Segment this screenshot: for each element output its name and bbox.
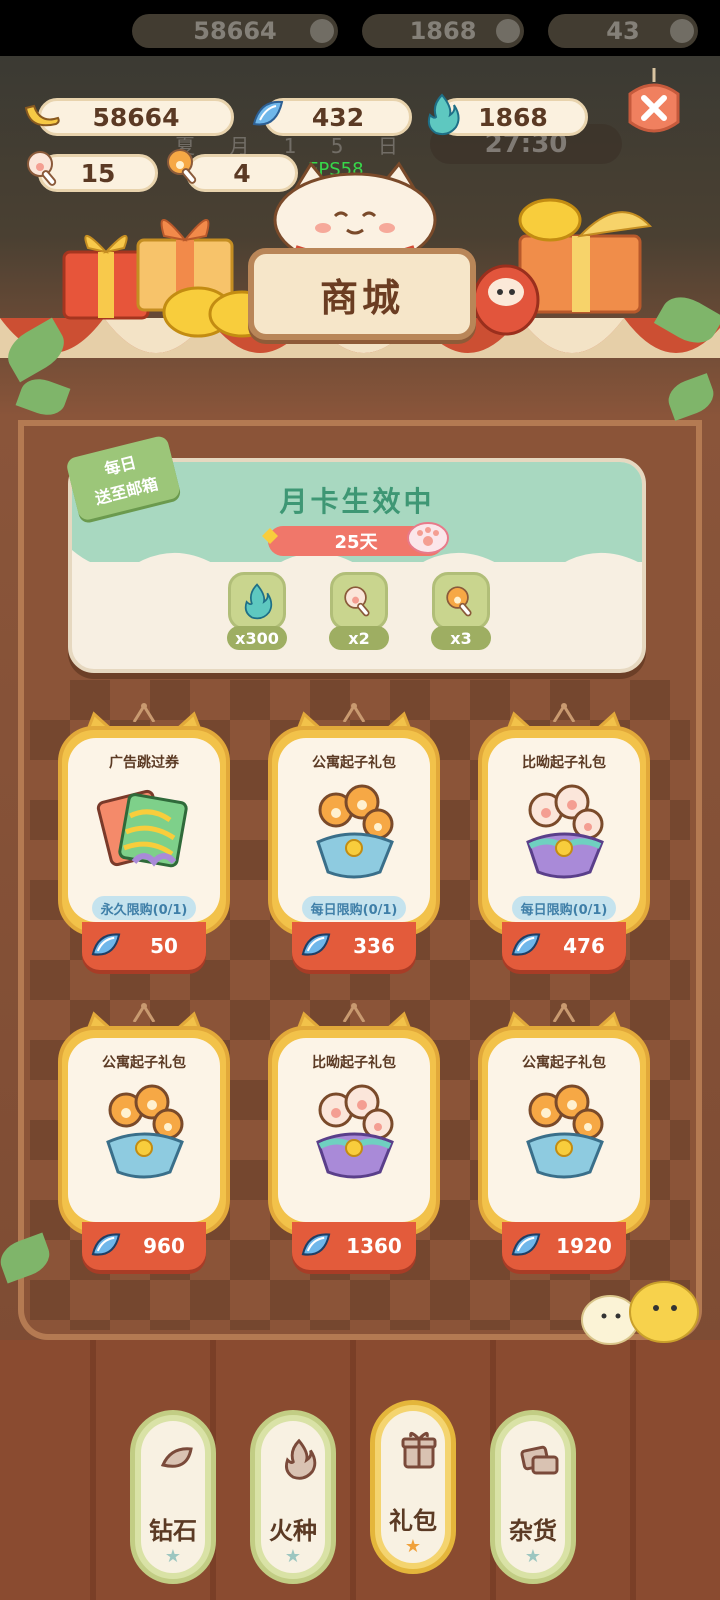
tab-label: 钻石 xyxy=(149,1517,197,1545)
tab-diamond[interactable]: 钻石 ★ xyxy=(130,1410,216,1584)
reward-qty: x3 xyxy=(431,626,491,650)
price-value: 960 xyxy=(143,1234,185,1258)
product-card[interactable]: 比呦起子礼包每日限购(0/1) 476 xyxy=(478,703,650,972)
bg-banana-value: 58664 xyxy=(193,17,277,45)
tab-label: 礼包 xyxy=(389,1507,437,1535)
gem-icon xyxy=(157,1437,201,1481)
price-value: 50 xyxy=(150,934,178,958)
ad-skip-ticket-icon xyxy=(90,776,198,884)
paw-b-count: 4 xyxy=(233,158,251,188)
banana-counter: 58664 xyxy=(38,98,234,136)
pink-paw-bouquet-icon xyxy=(300,1076,408,1184)
tab-gift-pack[interactable]: 礼包 ★ xyxy=(370,1400,456,1574)
goods-icon xyxy=(517,1437,561,1481)
close-button[interactable] xyxy=(620,68,688,140)
blue-gem-icon xyxy=(508,1228,544,1264)
wooden-floor xyxy=(0,1340,720,1600)
blue-gem-icon xyxy=(298,928,334,964)
purchase-limit-badge: 每日限购(0/1) xyxy=(512,896,616,920)
product-title: 公寓起子礼包 xyxy=(102,1055,186,1071)
golden-paw-bouquet-icon xyxy=(90,1076,198,1184)
reward-qty: x2 xyxy=(329,626,389,650)
bg-flame-counter: 1868 xyxy=(362,14,524,48)
reward-frame xyxy=(330,572,388,630)
price-button[interactable]: 960 xyxy=(82,1222,206,1270)
banana-count: 58664 xyxy=(92,102,180,132)
floor-plank xyxy=(630,1340,636,1600)
flame-icon xyxy=(244,583,273,620)
paw-drumstick-icon xyxy=(22,146,66,190)
tab-label: 杂货 xyxy=(509,1517,557,1545)
purchase-limit-badge: 每日限购(0/1) xyxy=(302,896,406,920)
gift-icon xyxy=(397,1427,441,1471)
golden-paw-drumstick-icon xyxy=(446,586,472,617)
paw-a-count: 15 xyxy=(80,158,116,188)
banana-icon xyxy=(20,94,64,138)
price-button[interactable]: 336 xyxy=(292,922,416,970)
price-value: 1360 xyxy=(346,1234,402,1258)
flame-icon xyxy=(420,92,464,136)
price-value: 476 xyxy=(563,934,605,958)
golden-paw-drumstick-icon xyxy=(162,144,206,188)
reward-item-flame: x300 xyxy=(222,572,292,650)
floor-plank xyxy=(90,1340,96,1600)
price-button[interactable]: 1360 xyxy=(292,1222,416,1270)
page-title: 商城 xyxy=(248,248,476,340)
tab-label: 火种 xyxy=(269,1517,317,1545)
chick-mascots xyxy=(581,1281,699,1345)
price-value: 1920 xyxy=(556,1234,612,1258)
blue-gem-icon xyxy=(298,1228,334,1264)
product-title: 比呦起子礼包 xyxy=(312,1055,396,1071)
bg-banana-counter: 58664 xyxy=(132,14,338,48)
star-icon: ★ xyxy=(404,1536,422,1557)
bg-flame-value: 1868 xyxy=(409,17,477,45)
product-card[interactable]: 广告跳过券永久限购(0/1) 50 xyxy=(58,703,230,972)
bg-gem-counter: 43 xyxy=(548,14,698,48)
reward-item-paw: x2 xyxy=(324,572,394,650)
daruma-decor xyxy=(472,264,540,336)
reward-frame xyxy=(432,572,490,630)
star-icon: ★ xyxy=(284,1546,302,1567)
reward-item-golden-paw: x3 xyxy=(426,572,496,650)
bg-gem-value: 43 xyxy=(606,17,640,45)
product-title: 公寓起子礼包 xyxy=(312,755,396,771)
price-button[interactable]: 1920 xyxy=(502,1222,626,1270)
reward-frame xyxy=(228,572,286,630)
golden-paw-bouquet-icon xyxy=(300,776,408,884)
diamond-marker-icon xyxy=(262,528,278,544)
reward-qty: x300 xyxy=(227,626,287,650)
product-card[interactable]: 比呦起子礼包 1360 xyxy=(268,1003,440,1272)
golden-paw-bouquet-icon xyxy=(510,1076,618,1184)
purchase-limit-badge: 永久限购(0/1) xyxy=(92,896,196,920)
close-icon xyxy=(628,68,680,133)
product-title: 广告跳过券 xyxy=(109,755,179,771)
star-icon: ★ xyxy=(524,1546,542,1567)
tab-goods[interactable]: 杂货 ★ xyxy=(490,1410,576,1584)
product-card[interactable]: 公寓起子礼包 1920 xyxy=(478,1003,650,1272)
price-value: 336 xyxy=(353,934,395,958)
blue-gem-icon xyxy=(246,94,290,138)
product-title: 公寓起子礼包 xyxy=(522,1055,606,1071)
pink-paw-bouquet-icon xyxy=(510,776,618,884)
flame-icon xyxy=(277,1437,321,1481)
blue-gem-icon xyxy=(508,928,544,964)
paw-drumstick-icon xyxy=(344,586,370,617)
star-icon: ★ xyxy=(164,1546,182,1567)
product-card[interactable]: 公寓起子礼包每日限购(0/1) 336 xyxy=(268,703,440,972)
tab-fire[interactable]: 火种 ★ xyxy=(250,1410,336,1584)
product-card[interactable]: 公寓起子礼包 960 xyxy=(58,1003,230,1272)
gem-count: 432 xyxy=(311,102,365,132)
paw-badge-icon xyxy=(407,522,449,554)
flame-count: 1868 xyxy=(478,102,548,132)
blue-gem-icon xyxy=(88,928,124,964)
floor-plank xyxy=(350,1340,356,1600)
blue-gem-icon xyxy=(88,1228,124,1264)
price-button[interactable]: 476 xyxy=(502,922,626,970)
price-button[interactable]: 50 xyxy=(82,922,206,970)
product-title: 比呦起子礼包 xyxy=(522,755,606,771)
